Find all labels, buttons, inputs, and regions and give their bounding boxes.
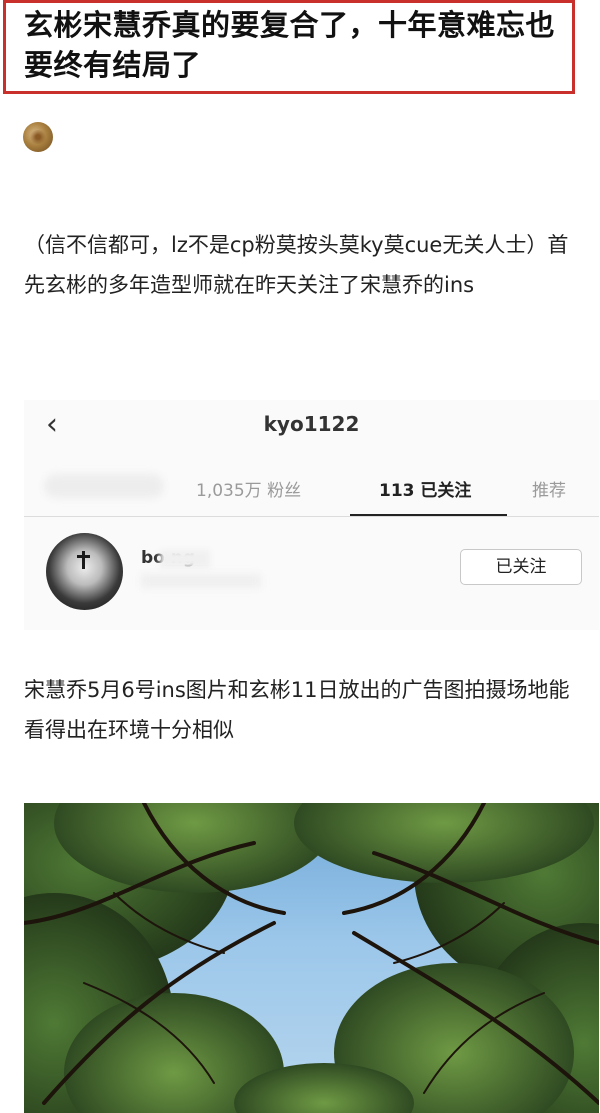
tree-canopy-image xyxy=(24,803,599,1113)
tab-suggested: 推荐 xyxy=(532,481,566,501)
instagram-screenshot: ‹ kyo1122 1,035万 粉丝 113 已关注 推荐 bo ng 已关注 xyxy=(24,400,599,630)
article-title-box: 玄彬宋慧乔真的要复合了，十年意难忘也要终有结局了 xyxy=(3,0,575,94)
following-button: 已关注 xyxy=(460,549,582,585)
cross-icon xyxy=(77,551,90,569)
ig-profile-username: kyo1122 xyxy=(263,412,360,436)
blurred-region xyxy=(44,474,164,498)
tab-divider xyxy=(24,516,599,517)
tab-followers: 1,035万 粉丝 xyxy=(196,481,302,501)
article-paragraph-2: 宋慧乔5月6号ins图片和玄彬11日放出的广告图拍摄场地能看得出在环境十分相似 xyxy=(24,678,570,742)
article-title: 玄彬宋慧乔真的要复合了，十年意难忘也要终有结局了 xyxy=(24,8,556,82)
followed-user-avatar xyxy=(46,533,123,610)
blurred-region xyxy=(160,550,210,568)
author-avatar[interactable] xyxy=(23,122,53,152)
tree-canopy-photo[interactable] xyxy=(24,803,599,1113)
blurred-region xyxy=(141,574,261,588)
tab-following: 113 已关注 xyxy=(379,481,472,501)
article-paragraph-1: （信不信都可，lz不是cp粉莫按头莫ky莫cue无关人士）首先玄彬的多年造型师就… xyxy=(24,233,569,297)
